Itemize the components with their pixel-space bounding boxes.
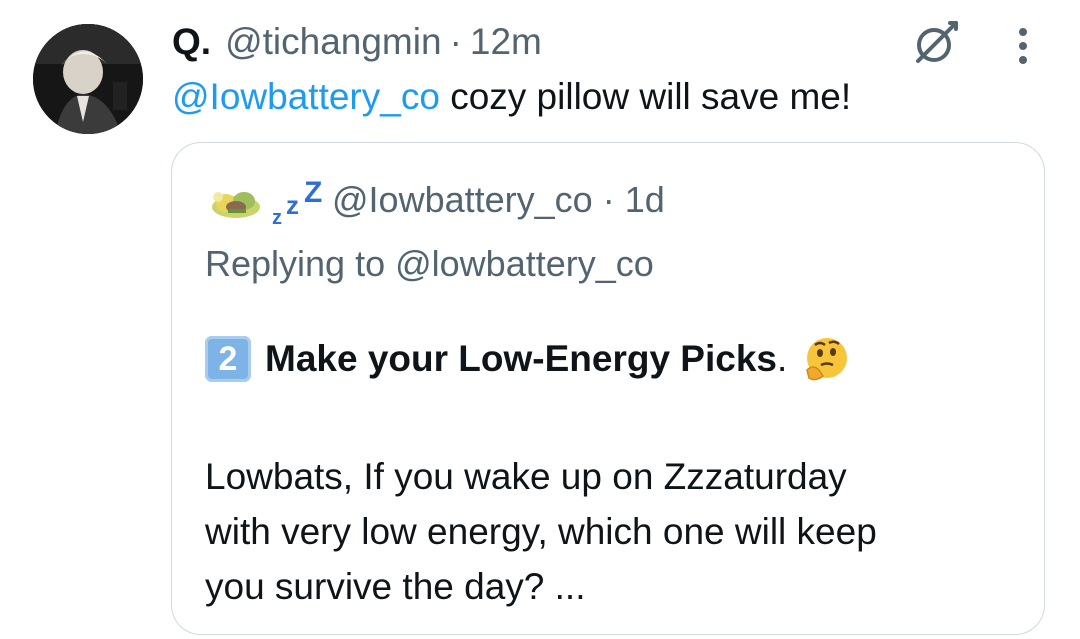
tweet-body: cozy pillow will save me! bbox=[439, 76, 852, 117]
zzz-emoji: z z Z bbox=[270, 176, 324, 229]
quoted-title: 2 Make your Low-Energy Picks. bbox=[205, 336, 849, 382]
thinking-face-emoji bbox=[803, 336, 849, 382]
separator-dot: · bbox=[602, 179, 615, 220]
title-period: . bbox=[777, 338, 788, 379]
quoted-tweet[interactable]: z z Z @Iowbattery_co · 1d Replying to @l… bbox=[171, 142, 1045, 635]
separator-dot: · bbox=[449, 21, 462, 62]
body-line: with very low energy, which one will kee… bbox=[205, 511, 877, 552]
svg-text:z: z bbox=[286, 190, 299, 220]
display-name[interactable]: Q. bbox=[172, 21, 211, 63]
quoted-body: Lowbats, If you wake up on Zzzaturday wi… bbox=[205, 449, 877, 614]
quoted-timestamp[interactable]: 1d bbox=[625, 179, 665, 220]
quoted-header: @Iowbattery_co · 1d bbox=[332, 179, 665, 221]
svg-text:Z: Z bbox=[304, 176, 322, 209]
handle[interactable]: @tichangmin bbox=[225, 21, 442, 63]
quoted-handle[interactable]: @Iowbattery_co bbox=[332, 179, 593, 220]
quoted-avatar[interactable] bbox=[206, 183, 262, 223]
tweet-header: Q. @tichangmin · 12m bbox=[172, 18, 542, 66]
keycap-2-emoji: 2 bbox=[205, 336, 251, 382]
more-vertical-icon[interactable] bbox=[1008, 24, 1038, 68]
svg-text:z: z bbox=[272, 207, 282, 228]
title-text: Make your Low-Energy Picks bbox=[265, 338, 778, 379]
tweet-text: @Iowbattery_co cozy pillow will save me! bbox=[172, 76, 851, 118]
body-line: you survive the day? ... bbox=[205, 566, 586, 607]
tweet[interactable]: Q. @tichangmin · 12m @Iowbattery_co cozy… bbox=[0, 0, 1080, 639]
mention-link[interactable]: @Iowbattery_co bbox=[172, 76, 440, 117]
timestamp[interactable]: 12m bbox=[470, 21, 542, 63]
grok-icon[interactable] bbox=[910, 17, 962, 69]
body-line: Lowbats, If you wake up on Zzzaturday bbox=[205, 456, 847, 497]
replying-to: Replying to @lowbattery_co bbox=[205, 243, 654, 284]
avatar[interactable] bbox=[33, 24, 143, 134]
